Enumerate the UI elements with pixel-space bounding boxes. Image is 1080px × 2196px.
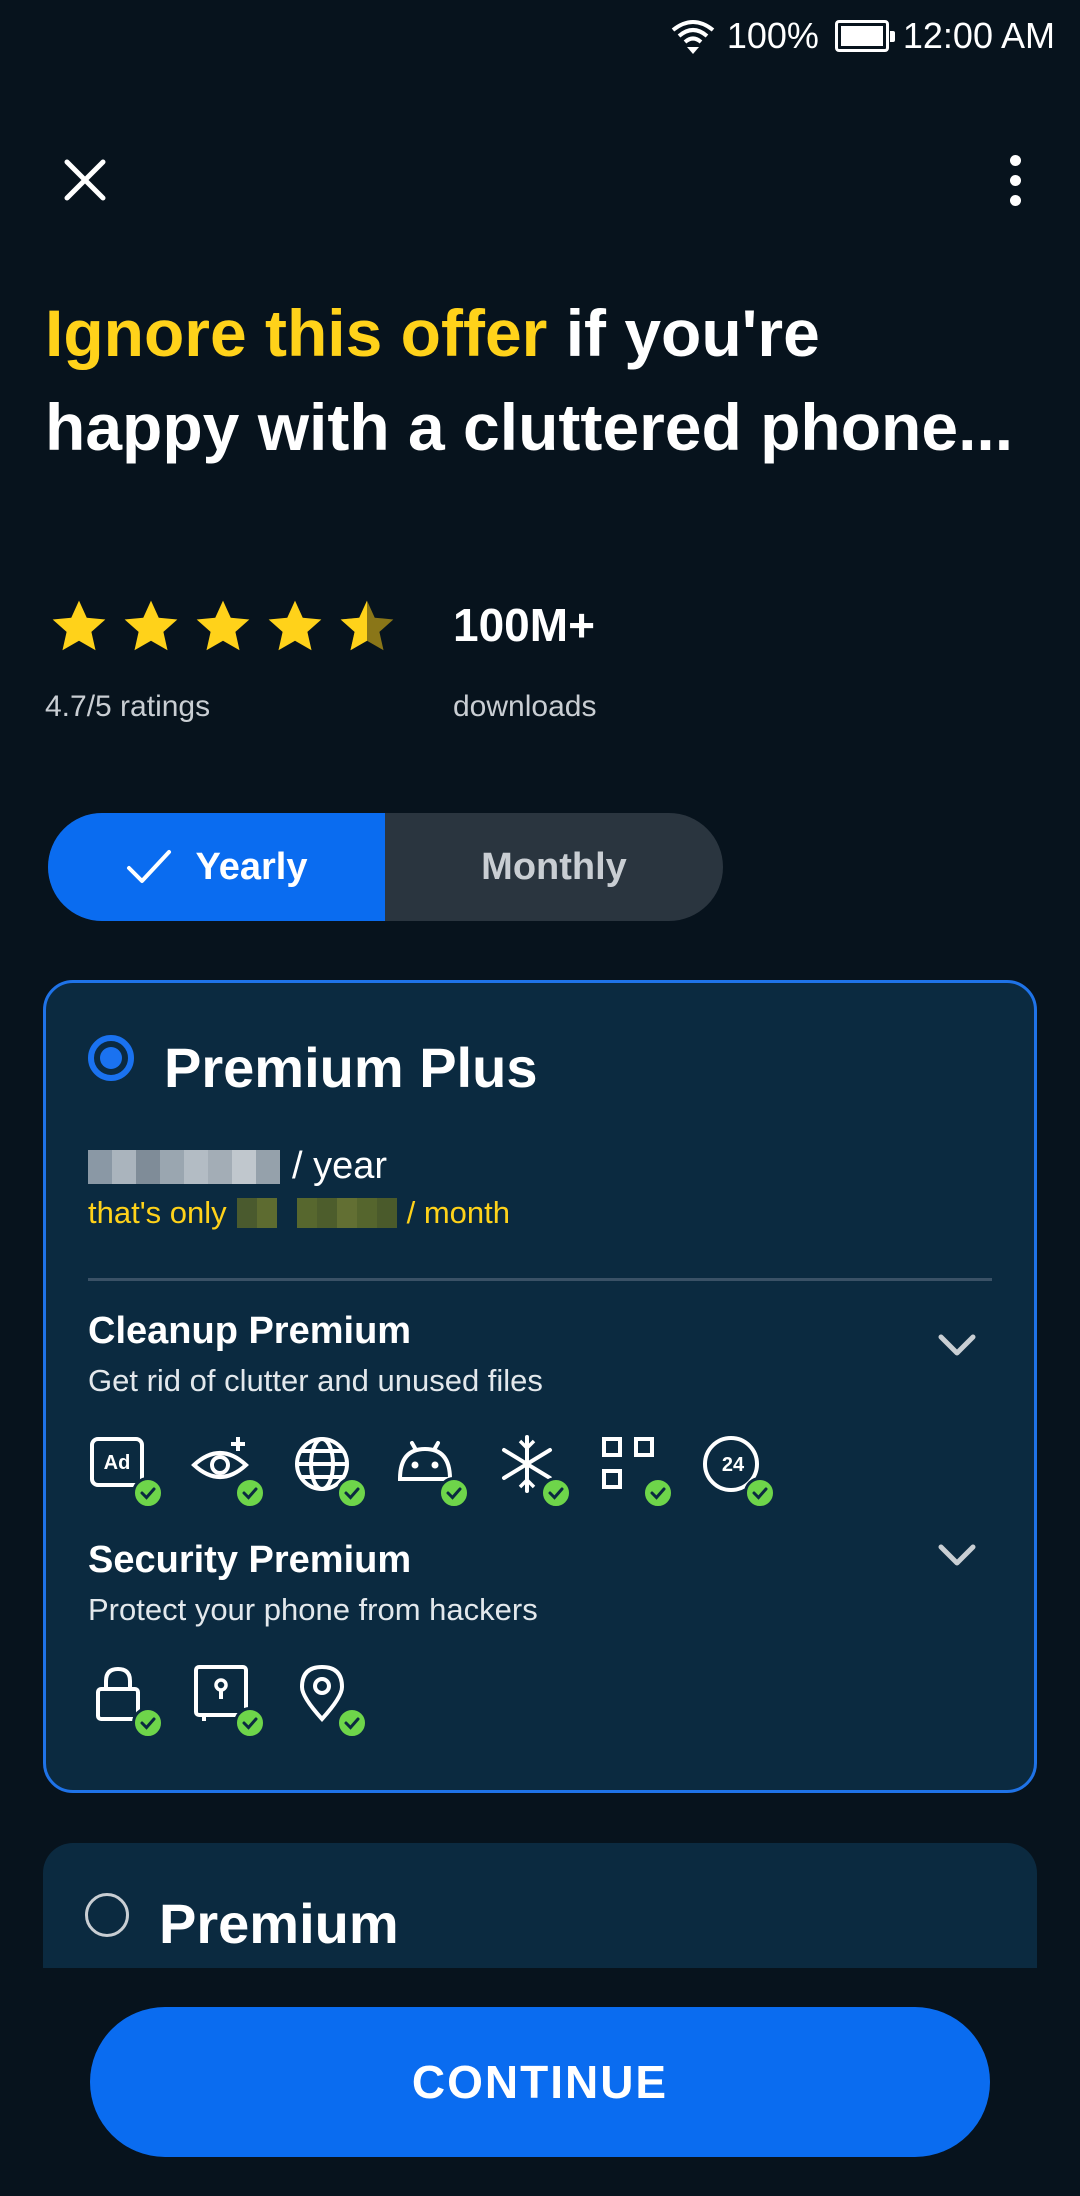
- lock-icon: [88, 1663, 164, 1739]
- status-bar: 100% 12:00 AM: [0, 0, 1080, 72]
- headline: Ignore this offer if you're happy with a…: [45, 286, 1025, 474]
- plan-radio-selected[interactable]: [88, 1035, 134, 1081]
- check-badge-icon: [336, 1477, 368, 1509]
- downloads-count: 100M+: [453, 599, 595, 651]
- feature-desc-security: Protect your phone from hackers: [88, 1592, 538, 1627]
- close-button[interactable]: [50, 145, 120, 215]
- cleanup-feature-icons: Ad 24: [88, 1433, 776, 1509]
- star-icon: [268, 600, 322, 651]
- billing-period-toggle: Yearly Monthly: [48, 813, 723, 921]
- price-redacted: [88, 1149, 280, 1184]
- yearly-label: Yearly: [195, 845, 308, 888]
- yearly-price: / year: [88, 1145, 387, 1188]
- svg-text:Ad: Ad: [104, 1452, 131, 1474]
- continue-button[interactable]: CONTINUE: [90, 2007, 990, 2157]
- star-icon: [196, 600, 250, 651]
- more-options-button[interactable]: [990, 145, 1040, 215]
- check-badge-icon: [540, 1477, 572, 1509]
- downloads-label: downloads: [453, 690, 597, 723]
- monthly-price-redacted: [236, 1198, 397, 1228]
- plan-title: Premium: [159, 1892, 399, 1955]
- star-half-icon: [340, 600, 394, 651]
- check-badge-icon: [642, 1477, 674, 1509]
- check-badge-icon: [234, 1707, 266, 1739]
- rating-label: 4.7/5 ratings: [45, 690, 211, 723]
- monthly-tab[interactable]: Monthly: [385, 813, 723, 921]
- snowflake-icon: [496, 1433, 572, 1509]
- close-icon: [64, 159, 106, 201]
- monthly-label: Monthly: [481, 845, 627, 888]
- globe-icon: [292, 1433, 368, 1509]
- feature-desc-cleanup: Get rid of clutter and unused files: [88, 1363, 543, 1398]
- price-suffix: / year: [292, 1145, 388, 1187]
- yearly-tab[interactable]: Yearly: [48, 813, 385, 921]
- support-24-icon: 24: [700, 1433, 776, 1509]
- battery-icon: [834, 20, 895, 52]
- check-badge-icon: [234, 1477, 266, 1509]
- ad-block-icon: Ad: [88, 1433, 164, 1509]
- scan-icon: [598, 1433, 674, 1509]
- plan-title: Premium Plus: [164, 1036, 538, 1099]
- chevron-down-icon[interactable]: [935, 1323, 979, 1367]
- divider: [88, 1278, 992, 1281]
- clock: 12:00 AM: [902, 15, 1055, 56]
- star-icon: [52, 600, 106, 651]
- feature-title-security: Security Premium: [88, 1539, 412, 1581]
- check-badge-icon: [132, 1707, 164, 1739]
- wifi-icon: [671, 20, 715, 54]
- feature-title-cleanup: Cleanup Premium: [88, 1310, 412, 1352]
- headline-highlight: Ignore this offer: [45, 296, 548, 370]
- star-icon: [124, 600, 178, 651]
- checkmark-icon: [126, 850, 171, 883]
- android-icon: [394, 1433, 470, 1509]
- security-feature-icons: [88, 1663, 368, 1739]
- more-vert-icon: [1009, 154, 1021, 166]
- safe-icon: [190, 1663, 266, 1739]
- check-badge-icon: [336, 1707, 368, 1739]
- svg-text:24: 24: [722, 1454, 745, 1476]
- monthly-prefix: that's only: [88, 1195, 227, 1230]
- rating-stars: [48, 596, 398, 658]
- monthly-suffix: / month: [406, 1195, 510, 1230]
- monthly-equivalent: that's only / month: [88, 1195, 510, 1231]
- location-pin-icon: [292, 1663, 368, 1739]
- check-badge-icon: [132, 1477, 164, 1509]
- check-badge-icon: [438, 1477, 470, 1509]
- check-badge-icon: [744, 1477, 776, 1509]
- chevron-down-icon[interactable]: [935, 1533, 979, 1577]
- plan-radio-unselected[interactable]: [85, 1893, 129, 1937]
- plan-card-premium-plus[interactable]: Premium Plus / year that's only / month …: [43, 980, 1037, 1793]
- battery-percent: 100%: [726, 15, 819, 56]
- eye-plus-icon: [190, 1433, 266, 1509]
